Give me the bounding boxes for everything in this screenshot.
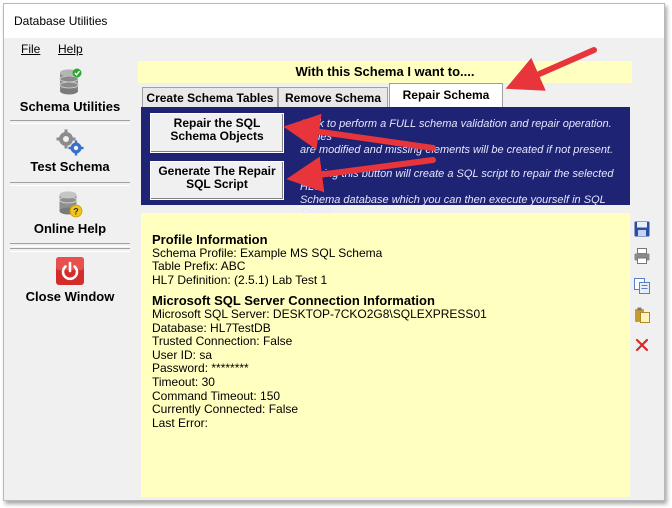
generate-button-line2: SQL Script bbox=[186, 177, 248, 191]
connection-line: Currently Connected: False bbox=[152, 402, 299, 417]
connection-line: User ID: sa bbox=[152, 347, 213, 362]
repair-description-line1: Click to perform a FULL schema validatio… bbox=[300, 118, 612, 143]
print-button[interactable] bbox=[633, 247, 653, 267]
info-body: Profile Information Schema Profile: Exam… bbox=[152, 233, 487, 430]
menu-bar: File Help bbox=[4, 38, 664, 60]
connection-line: Timeout: 30 bbox=[152, 374, 215, 389]
power-icon bbox=[56, 257, 84, 285]
copy-icon bbox=[634, 278, 650, 294]
copy-button[interactable] bbox=[633, 277, 653, 297]
action-panel: Repair the SQL Schema Objects Click to p… bbox=[141, 107, 630, 219]
profile-heading: Profile Information bbox=[152, 232, 268, 247]
nav-test-schema-label: Test Schema bbox=[30, 159, 110, 174]
schema-header: With this Schema I want to.... bbox=[138, 61, 632, 83]
paste-button[interactable] bbox=[633, 306, 653, 326]
connection-line: Command Timeout: 150 bbox=[152, 388, 281, 403]
window-title: Database Utilities bbox=[14, 14, 108, 28]
repair-schema-button[interactable]: Repair the SQL Schema Objects bbox=[150, 113, 284, 153]
tab-create-schema-tables[interactable]: Create Schema Tables bbox=[142, 87, 278, 107]
connection-line: Microsoft SQL Server: DESKTOP-7CKO2G8\SQ… bbox=[152, 306, 487, 321]
connection-line: Last Error: bbox=[152, 415, 209, 430]
app-window: Database Utilities File Help Schema Util… bbox=[3, 3, 665, 501]
menu-file[interactable]: File bbox=[21, 42, 40, 56]
save-button[interactable] bbox=[633, 220, 653, 240]
nav-schema-utilities[interactable]: Schema Utilities bbox=[10, 68, 130, 114]
generate-description-line1: Clicking this button will create a SQL s… bbox=[300, 168, 614, 193]
profile-line: Schema Profile: Example MS SQL Schema bbox=[152, 245, 383, 260]
print-icon bbox=[634, 248, 650, 264]
title-bar: Database Utilities bbox=[4, 4, 664, 38]
profile-line: HL7 Definition: (2.5.1) Lab Test 1 bbox=[152, 272, 328, 287]
nav-divider bbox=[10, 243, 130, 247]
tab-strip: Create Schema Tables Remove Schema Repai… bbox=[138, 83, 632, 107]
delete-button[interactable] bbox=[633, 336, 653, 356]
nav-divider bbox=[10, 248, 130, 252]
tab-remove-schema[interactable]: Remove Schema bbox=[278, 87, 388, 107]
nav-close-window[interactable]: Close Window bbox=[10, 256, 130, 304]
repair-description: Click to perform a FULL schema validatio… bbox=[300, 118, 630, 157]
info-panel: Profile Information Schema Profile: Exam… bbox=[141, 213, 630, 497]
nav-test-schema[interactable]: Test Schema bbox=[10, 128, 130, 174]
database-help-icon: ? bbox=[59, 191, 83, 218]
repair-button-line2: Schema Objects bbox=[170, 129, 264, 143]
connection-line: Password: ******** bbox=[152, 361, 249, 376]
paste-icon bbox=[635, 307, 650, 323]
save-icon bbox=[634, 221, 650, 237]
svg-text:?: ? bbox=[73, 207, 79, 217]
profile-line: Table Prefix: ABC bbox=[152, 259, 246, 274]
repair-description-line2: are modified and missing elements will b… bbox=[300, 144, 614, 156]
connection-heading: Microsoft SQL Server Connection Informat… bbox=[152, 293, 435, 309]
connection-line: Database: HL7TestDB bbox=[152, 320, 271, 335]
nav-close-window-label: Close Window bbox=[25, 289, 115, 304]
delete-icon bbox=[635, 338, 649, 352]
nav-schema-utilities-label: Schema Utilities bbox=[19, 99, 121, 114]
nav-online-help[interactable]: ? Online Help bbox=[10, 190, 130, 236]
menu-help[interactable]: Help bbox=[58, 42, 83, 56]
nav-online-help-label: Online Help bbox=[33, 221, 107, 236]
database-check-icon bbox=[59, 68, 82, 95]
tab-repair-schema[interactable]: Repair Schema bbox=[389, 83, 503, 107]
generate-script-button[interactable]: Generate The Repair SQL Script bbox=[150, 161, 284, 200]
gears-icon bbox=[56, 129, 84, 156]
left-nav: Schema Utilities Test Schema ? Online He… bbox=[4, 60, 137, 500]
main-panel: With this Schema I want to.... Create Sc… bbox=[138, 61, 632, 497]
nav-divider bbox=[10, 182, 130, 186]
connection-line: Trusted Connection: False bbox=[152, 334, 293, 349]
nav-divider bbox=[10, 120, 130, 124]
menu-file-label: File bbox=[21, 42, 41, 56]
menu-help-label: Help bbox=[58, 42, 83, 56]
